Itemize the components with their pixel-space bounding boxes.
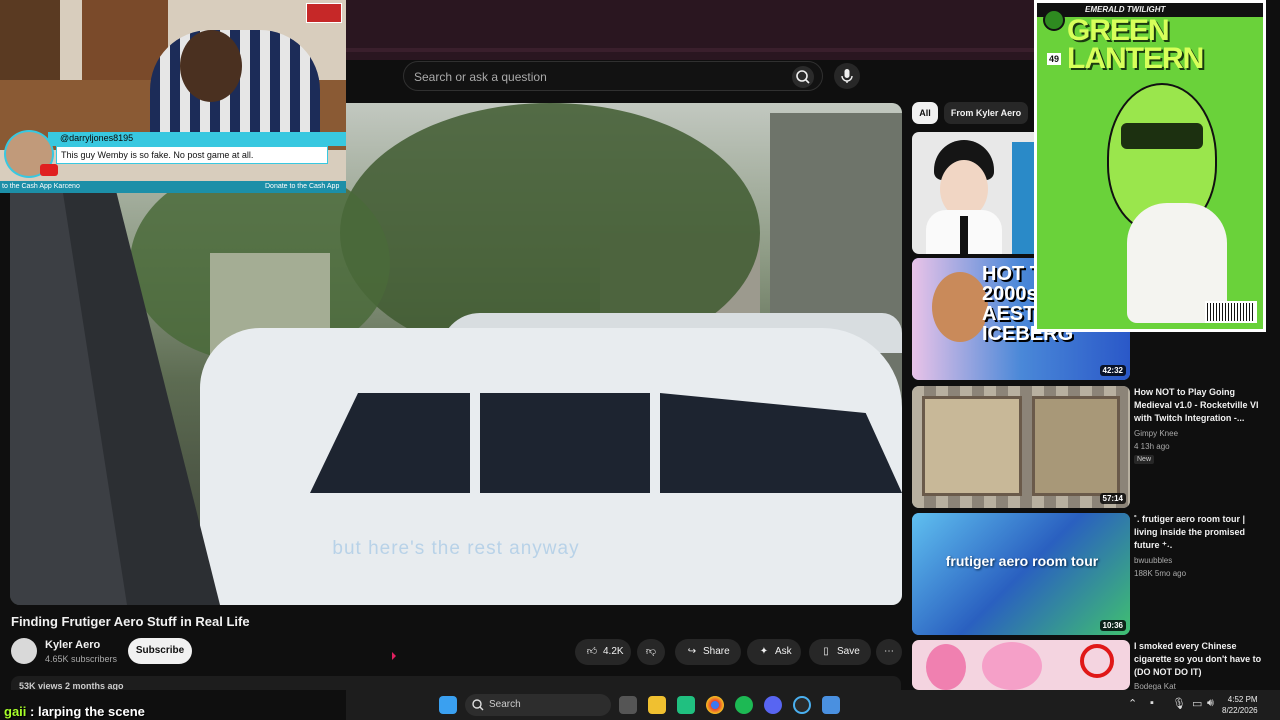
video-car-window — [480, 393, 650, 493]
more-icon: ⋯ — [884, 646, 894, 657]
taskbar-search[interactable]: Search — [465, 694, 611, 716]
dislike-button[interactable]: 👎︎ — [637, 639, 665, 665]
share-label: Share — [703, 646, 730, 657]
chat-message: This guy Wemby is so fake. No post game … — [61, 150, 254, 160]
rec-channel[interactable]: bwuubbles — [1134, 556, 1172, 565]
microphone-icon — [841, 69, 853, 83]
sparkle-icon: ✦ — [759, 646, 769, 657]
donation-ticker: to the Cash App Karceno Donate to the Ca… — [0, 181, 346, 193]
chat-username: gaii — [4, 704, 27, 719]
bookmark-icon: ▯ — [823, 646, 829, 657]
channel-name[interactable]: Kyler Aero — [45, 639, 100, 651]
chip-from-channel[interactable]: From Kyler Aero — [944, 102, 1028, 124]
rec-meta: 188K 5mo ago — [1134, 569, 1187, 578]
mouse-cursor — [392, 652, 396, 660]
view-count: 53K views 2 months ago — [19, 681, 124, 690]
search-icon — [472, 699, 484, 711]
search-box[interactable]: Search or ask a question — [403, 61, 823, 91]
voice-search-button[interactable] — [834, 63, 860, 89]
rec-thumbnail[interactable] — [912, 640, 1130, 690]
tray-icon[interactable]: ▪ — [1150, 697, 1154, 709]
task-view-icon[interactable] — [619, 696, 637, 714]
chat-highlight: @darryljones8195 This guy Wemby is so fa… — [0, 130, 346, 188]
rec-title[interactable]: How NOT to Play Going Medieval v1.0 - Ro… — [1134, 386, 1264, 425]
ticker-text: to the Cash App Karceno — [2, 183, 80, 190]
comic-subtitle: EMERALD TWILIGHT — [1085, 5, 1166, 14]
stream-chat-line: gaii : larping the scene — [4, 704, 145, 719]
ask-button[interactable]: ✦ Ask — [747, 639, 801, 665]
file-explorer-icon[interactable] — [648, 696, 666, 714]
chat-message: : larping the scene — [26, 704, 145, 719]
new-badge: New — [1134, 455, 1155, 464]
comic-cover-overlay: EMERALD TWILIGHT GREEN LANTERN 49 — [1034, 0, 1266, 332]
youtube-icon — [40, 164, 58, 176]
volume-icon[interactable]: 🔊︎ — [1207, 697, 1214, 710]
rec-thumbnail[interactable]: frutiger aero room tour 10:36 — [912, 513, 1130, 635]
microphone-icon[interactable]: 🎙︎ — [1172, 697, 1186, 710]
save-label: Save — [837, 646, 860, 657]
search-button[interactable] — [792, 66, 814, 88]
network-icon[interactable]: ▭ — [1192, 697, 1202, 710]
ask-label: Ask — [775, 646, 792, 657]
windows-start-icon[interactable] — [439, 696, 457, 714]
app-icon[interactable] — [677, 696, 695, 714]
app-icon[interactable] — [822, 696, 840, 714]
like-button[interactable]: 👍︎ 4.2K — [575, 639, 631, 665]
channel-avatar[interactable] — [11, 638, 37, 664]
chrome-icon[interactable] — [706, 696, 724, 714]
ticker-text: Donate to the Cash App — [265, 183, 340, 190]
duration-badge: 42:32 — [1099, 365, 1126, 376]
rec-channel[interactable]: Gimpy Knee — [1134, 429, 1178, 438]
taskbar-search-label: Search — [489, 699, 521, 710]
clock-date: 8/22/2026 — [1222, 706, 1258, 715]
spotify-icon[interactable] — [735, 696, 753, 714]
rec-title[interactable]: ˚. frutiger aero room tour | living insi… — [1134, 513, 1264, 552]
rec-meta: 4 13h ago — [1134, 442, 1170, 451]
duration-badge: 10:36 — [1099, 620, 1126, 631]
description-box[interactable]: 53K views 2 months ago — [11, 676, 901, 690]
app-icon[interactable] — [793, 696, 811, 714]
subscriber-count: 4.65K subscribers — [45, 654, 118, 664]
duration-badge: 57:14 — [1099, 493, 1126, 504]
thumbnail-text: frutiger aero room tour — [945, 553, 1099, 569]
rec-title[interactable]: I smoked every Chinese cigarette so you … — [1134, 640, 1264, 679]
like-count: 4.2K — [603, 646, 624, 657]
search-icon — [796, 70, 810, 84]
header-bar — [346, 0, 1034, 60]
thumbs-down-icon: 👎︎ — [645, 646, 657, 657]
save-button[interactable]: ▯ Save — [809, 639, 871, 665]
no-smoking-icon — [1080, 644, 1114, 678]
clock-time: 4:52 PM — [1227, 695, 1258, 704]
search-input[interactable]: Search or ask a question — [414, 70, 547, 84]
share-button[interactable]: ↪ Share — [675, 639, 741, 665]
chat-username: @darryljones8195 — [60, 133, 134, 143]
more-actions-button[interactable]: ⋯ — [876, 639, 902, 665]
thumbs-up-icon: 👍︎ — [586, 646, 598, 657]
channel-logo — [306, 3, 342, 23]
chevron-up-icon[interactable]: ⌃ — [1128, 697, 1137, 710]
screen: Search or ask a question but here's the … — [0, 0, 1280, 720]
video-caption: but here's the rest anyway — [332, 538, 580, 559]
discord-icon[interactable] — [764, 696, 782, 714]
comic-issue-number: 49 — [1047, 53, 1062, 65]
taskbar-clock[interactable]: 4:52 PM 8/22/2026 — [1222, 694, 1258, 716]
chip-all[interactable]: All — [912, 102, 938, 124]
webcam-overlay: @darryljones8195 This guy Wemby is so fa… — [0, 0, 346, 193]
subscribe-button[interactable]: Subscribe — [128, 638, 192, 664]
comic-title: GREEN LANTERN — [1067, 14, 1204, 75]
barcode — [1205, 301, 1257, 323]
video-title: Finding Frutiger Aero Stuff in Real Life — [11, 614, 250, 629]
dc-logo — [1043, 9, 1065, 31]
share-icon: ↪ — [687, 646, 697, 657]
rec-thumbnail[interactable]: 57:14 — [912, 386, 1130, 508]
